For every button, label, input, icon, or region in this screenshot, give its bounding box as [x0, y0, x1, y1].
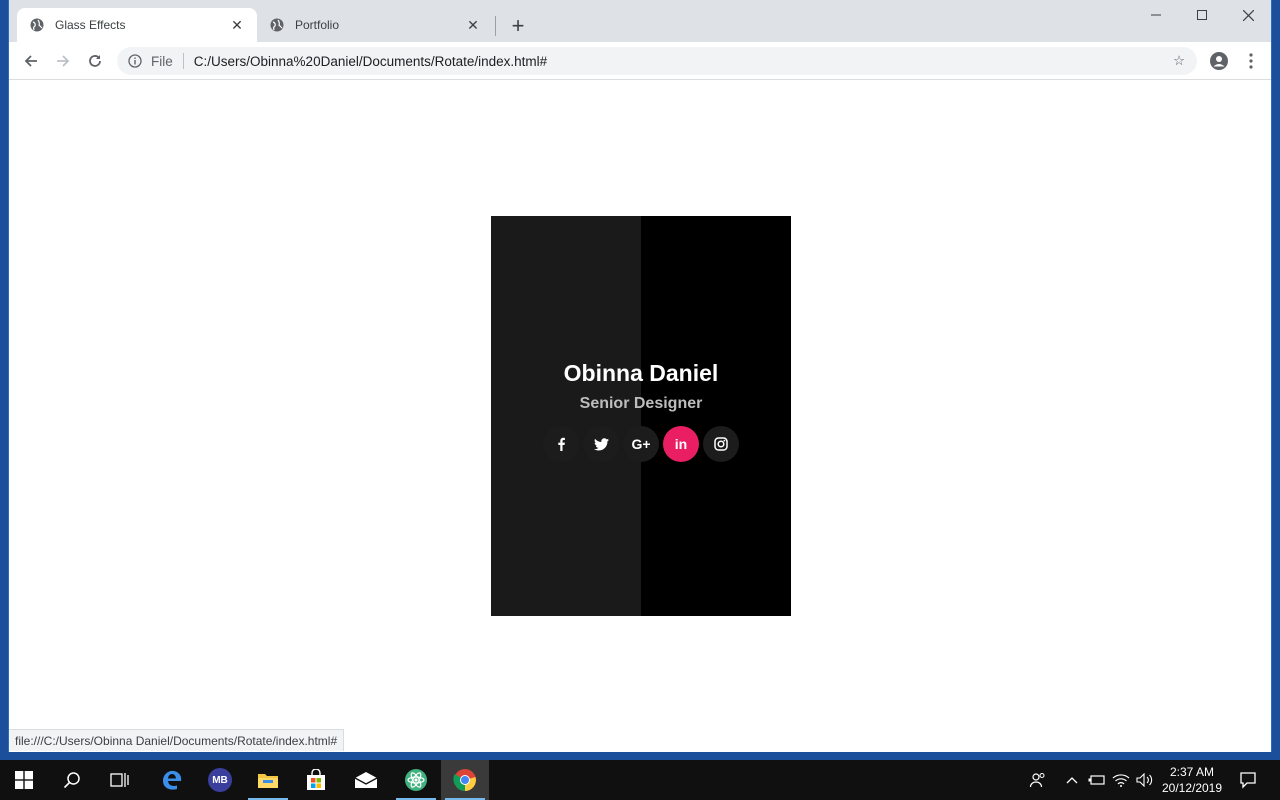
- profile-name: Obinna Daniel: [563, 360, 719, 386]
- reload-button[interactable]: [83, 49, 107, 73]
- back-button[interactable]: [19, 49, 43, 73]
- globe-icon: [29, 17, 45, 33]
- info-icon[interactable]: [127, 53, 143, 69]
- tab-glass-effects[interactable]: Glass Effects ✕: [17, 8, 257, 42]
- profile-card: Obinna Daniel Senior Designer G+ in: [491, 216, 791, 616]
- twitter-icon[interactable]: [583, 426, 619, 462]
- omnibox-divider: [182, 53, 184, 69]
- mail-icon[interactable]: [342, 760, 390, 800]
- url-scheme-label: File: [151, 53, 173, 69]
- maximize-button[interactable]: [1179, 0, 1225, 30]
- address-bar[interactable]: File C:/Users/Obinna%20Daniel/Documents/…: [117, 47, 1197, 75]
- page-viewport: Obinna Daniel Senior Designer G+ in: [9, 80, 1271, 752]
- store-icon[interactable]: [292, 760, 340, 800]
- tab-title: Glass Effects: [55, 18, 126, 32]
- file-explorer-icon[interactable]: [244, 760, 292, 800]
- url-text[interactable]: C:/Users/Obinna%20Daniel/Documents/Rotat…: [194, 54, 1167, 69]
- globe-icon: [269, 17, 285, 33]
- minimize-button[interactable]: [1133, 0, 1179, 30]
- close-window-button[interactable]: [1225, 0, 1271, 30]
- linkedin-icon[interactable]: in: [663, 426, 699, 462]
- atom-icon[interactable]: [392, 760, 440, 800]
- battery-icon[interactable]: [1086, 760, 1108, 800]
- profile-role: Senior Designer: [579, 395, 703, 412]
- chevron-up-icon[interactable]: [1062, 760, 1082, 800]
- google-plus-icon[interactable]: G+: [623, 426, 659, 462]
- instagram-icon[interactable]: [703, 426, 739, 462]
- card-content: Obinna Daniel Senior Designer G+ in: [491, 358, 791, 462]
- status-bar-url: file:///C:/Users/Obinna Daniel/Documents…: [9, 729, 345, 751]
- search-icon[interactable]: [48, 760, 96, 800]
- close-tab-icon[interactable]: ✕: [465, 17, 481, 33]
- tab-divider: [495, 16, 496, 36]
- clock[interactable]: 2:37 AM 20/12/2019: [1156, 764, 1228, 796]
- clock-time: 2:37 AM: [1169, 765, 1215, 779]
- chrome-icon[interactable]: [441, 760, 489, 800]
- people-icon[interactable]: [1024, 760, 1052, 800]
- tab-strip: Glass Effects ✕ Portfolio ✕ +: [9, 0, 1271, 42]
- task-view-icon[interactable]: [96, 760, 144, 800]
- mb-app-label: MB: [208, 768, 232, 792]
- start-icon[interactable]: [0, 760, 48, 800]
- notification-icon[interactable]: [1234, 760, 1262, 800]
- social-links: G+ in: [491, 426, 791, 462]
- browser-toolbar: File C:/Users/Obinna%20Daniel/Documents/…: [9, 42, 1271, 80]
- mb-app-icon[interactable]: MB: [196, 760, 244, 800]
- facebook-icon[interactable]: [543, 426, 579, 462]
- browser-window: Glass Effects ✕ Portfolio ✕ + File C:/Us…: [8, 0, 1272, 752]
- bookmark-star-icon[interactable]: ☆: [1167, 49, 1191, 73]
- wifi-icon[interactable]: [1110, 760, 1132, 800]
- profile-icon[interactable]: [1207, 49, 1231, 73]
- forward-button[interactable]: [51, 49, 75, 73]
- edge-icon[interactable]: [148, 760, 196, 800]
- taskbar: MB 2:37 AM 20/12/2019: [0, 760, 1280, 800]
- close-tab-icon[interactable]: ✕: [229, 17, 245, 33]
- tab-title: Portfolio: [295, 18, 340, 32]
- volume-icon[interactable]: [1134, 760, 1156, 800]
- new-tab-button[interactable]: +: [506, 13, 530, 38]
- tab-portfolio[interactable]: Portfolio ✕: [257, 8, 493, 42]
- menu-icon[interactable]: [1239, 49, 1263, 73]
- clock-date: 20/12/2019: [1161, 781, 1223, 795]
